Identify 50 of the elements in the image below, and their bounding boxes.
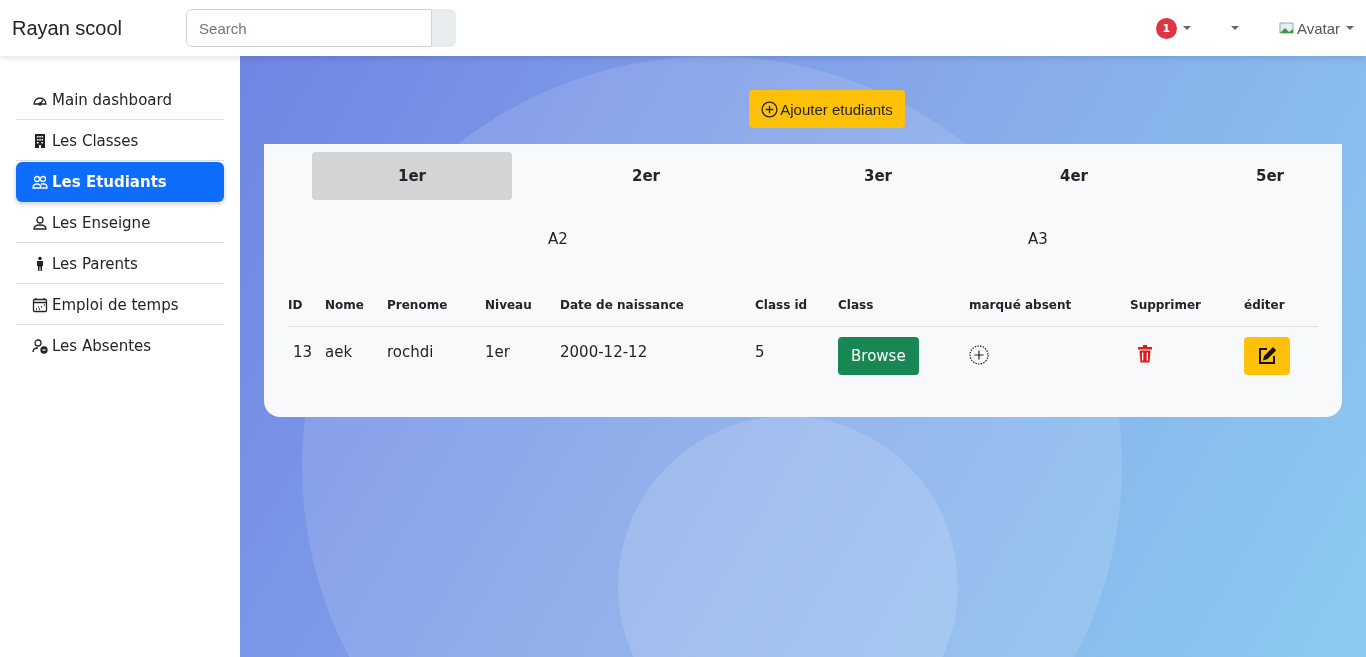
column-header: Class <box>838 292 969 327</box>
add-circle-icon[interactable] <box>969 345 989 365</box>
column-header: Supprimer <box>1130 292 1244 327</box>
notification-badge: 1 <box>1155 17 1177 39</box>
browse-button[interactable]: Browse <box>838 337 919 375</box>
level-tab[interactable]: 1er <box>312 152 512 200</box>
sidebar-item[interactable]: Les Classes <box>16 121 224 161</box>
column-header: éditer <box>1244 292 1318 327</box>
table-cell: 1er <box>485 326 560 389</box>
building-icon <box>32 132 48 149</box>
sidebar-item[interactable]: Les Parents <box>16 244 224 284</box>
column-header: ID <box>288 292 325 327</box>
caret-icon[interactable] <box>1182 26 1191 30</box>
caret-icon[interactable] <box>1346 26 1354 30</box>
person-icon <box>32 214 48 231</box>
level-tab[interactable]: 3er <box>780 152 976 200</box>
column-header: Niveau <box>485 292 560 327</box>
group-label[interactable]: A3 <box>1028 226 1048 252</box>
column-header: Date de naissance <box>560 292 755 327</box>
brand-name[interactable]: Rayan scool <box>12 16 123 40</box>
plus-circle-icon <box>761 100 779 118</box>
column-header: marqué absent <box>969 292 1130 327</box>
sidebar-item[interactable]: Main dashboard <box>16 80 224 120</box>
column-header: Prenome <box>387 292 485 327</box>
edit-button[interactable] <box>1244 337 1290 375</box>
group-label[interactable]: A2 <box>548 226 568 252</box>
table-cell: 5 <box>755 326 838 389</box>
table-cell: 2000-12-12 <box>560 326 755 389</box>
broken-image-icon <box>1278 21 1295 35</box>
level-tab[interactable]: 4er <box>976 152 1172 200</box>
add-students-button[interactable]: Ajouter etudiants <box>749 90 905 128</box>
column-header: Class id <box>755 292 838 327</box>
column-header: Nome <box>325 292 387 327</box>
sidebar-item[interactable]: Les Etudiants <box>16 162 224 202</box>
table-cell: 13 <box>288 326 325 389</box>
search-field[interactable]: Search <box>186 9 433 47</box>
table-cell: aek <box>325 326 387 389</box>
edit-icon <box>1258 347 1276 365</box>
sidebar-item[interactable]: Les Enseigne <box>16 203 224 243</box>
calendar-icon <box>32 296 48 313</box>
person-minus-icon <box>32 338 48 354</box>
trash-icon[interactable] <box>1137 345 1153 363</box>
sidebar-item[interactable]: Emploi de temps <box>16 285 224 325</box>
people-icon <box>32 174 48 190</box>
level-tab[interactable]: 2er <box>512 152 780 200</box>
avatar-alt-text[interactable]: Avatar <box>1296 19 1340 37</box>
level-tab[interactable]: 5er <box>1172 152 1366 200</box>
caret-icon[interactable] <box>1230 26 1239 30</box>
sidebar-item[interactable]: Les Absentes <box>16 326 224 366</box>
table-cell: rochdi <box>387 326 485 389</box>
